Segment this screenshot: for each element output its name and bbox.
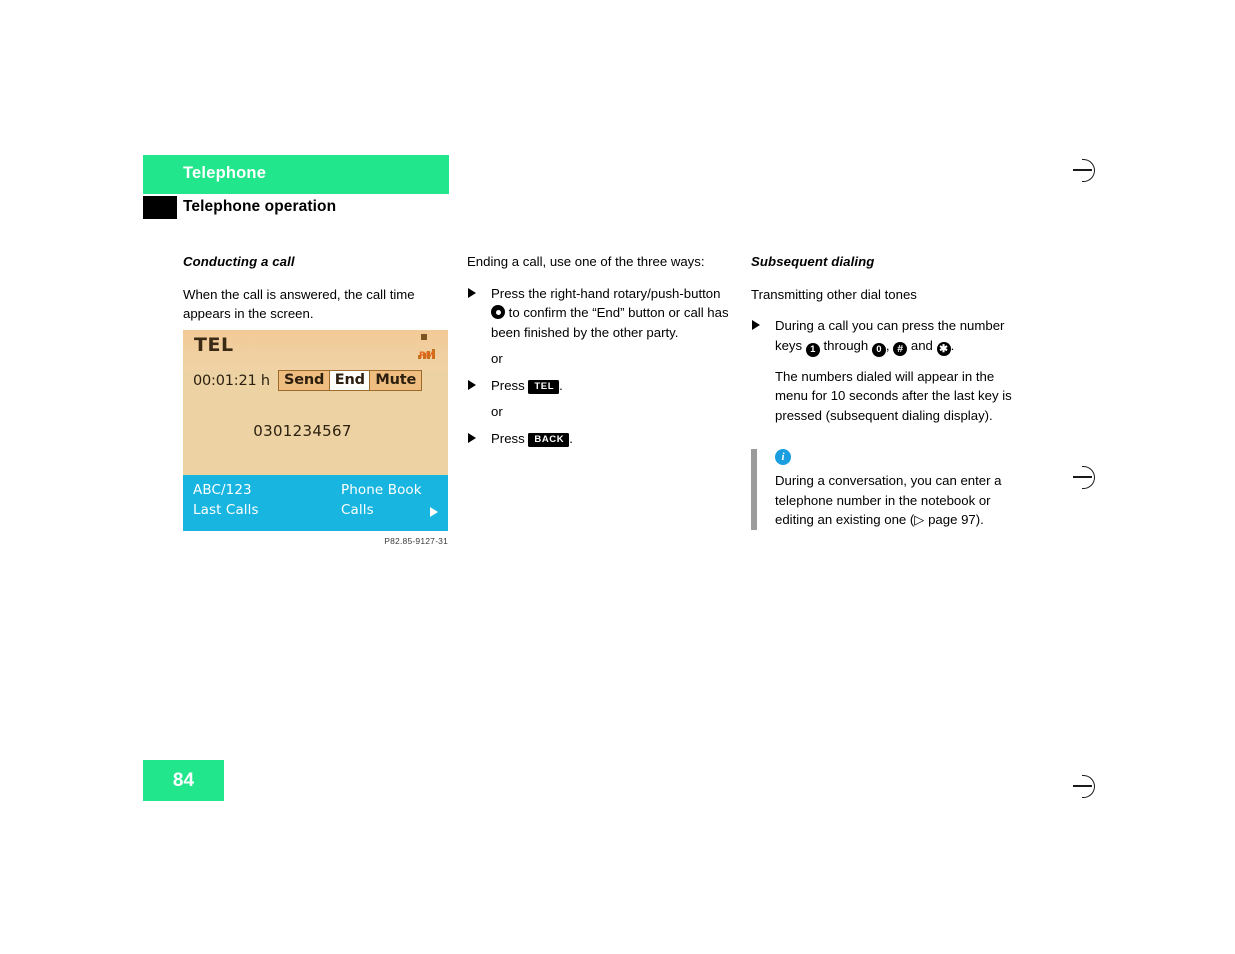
note-box: i During a conversation, you can enter a… [751, 449, 1019, 530]
period-1: . [559, 377, 563, 393]
triangle-bullet-icon [468, 379, 476, 390]
registration-mark-bottom [1073, 773, 1099, 799]
triangle-bullet-icon [468, 287, 476, 298]
left-paragraph: When the call is answered, the call time… [183, 286, 415, 322]
period-2: . [569, 430, 573, 446]
page-number: 84 [172, 770, 195, 791]
chapter-title: Telephone [183, 164, 267, 182]
right-subheading: Subsequent dialing [751, 254, 875, 269]
triangle-bullet-icon [468, 432, 476, 443]
rotary-push-button-icon [491, 305, 505, 319]
numkeys-text-b: through [823, 337, 869, 353]
or-separator-1: or [491, 351, 503, 366]
right-intro: Transmitting other dial tones [751, 286, 917, 302]
key-back[interactable]: BACK [528, 432, 570, 447]
key-star-icon[interactable]: ✱ [936, 341, 951, 356]
middle-column: Ending a call, use one of the three ways… [467, 252, 733, 448]
step-press-number-keys: During a call you can press the number k… [751, 316, 1019, 357]
registration-mark-middle [1073, 464, 1099, 490]
step-press-tel: Press TEL. [467, 376, 733, 396]
signal-strength-icon: RM [417, 334, 439, 361]
step-press-back: Press BACK. [467, 429, 733, 449]
step-text-b: to confirm the “End” button or call has … [491, 305, 729, 340]
screen-bottom-bar: ABC/123 Last Calls Phone Book Calls [183, 475, 448, 531]
softkey-send[interactable]: Send [278, 370, 331, 391]
press-label-1: Press [491, 377, 525, 393]
numkeys-comma: , [885, 337, 890, 353]
menu-abc-123[interactable]: ABC/123 [193, 482, 252, 498]
figure-telephone-display: TEL RM 00:01:21 h Send End Mute 03012345… [183, 330, 448, 546]
ending-call-intro: Ending a call, use one of the three ways… [467, 254, 705, 269]
right-paragraph: The numbers dialed will appear in the me… [775, 368, 1012, 423]
chapter-band: Telephone [143, 155, 449, 194]
press-label-2: Press [491, 430, 525, 446]
info-icon: i [775, 449, 791, 465]
menu-last-calls[interactable]: Last Calls [193, 502, 259, 518]
softkey-mute[interactable]: Mute [369, 370, 423, 391]
key-hash-icon[interactable]: # [893, 341, 908, 356]
step-press-rotary: Press the right-hand rotary/push-button … [467, 284, 733, 343]
menu-phone-book[interactable]: Phone Book [341, 482, 422, 498]
left-subheading: Conducting a call [183, 254, 295, 269]
section-title: Telephone operation [183, 198, 337, 215]
or-separator-2: or [491, 404, 503, 419]
display-screen: TEL RM 00:01:21 h Send End Mute 03012345… [183, 330, 448, 531]
note-side-bar [751, 449, 757, 530]
registration-mark-top [1073, 157, 1099, 183]
step-text-a: Press the right-hand rotary/push-button [491, 285, 721, 301]
section-thumb-tab [143, 196, 177, 219]
softkey-end[interactable]: End [328, 370, 371, 391]
numkeys-text-c: and [910, 337, 933, 353]
right-column: Subsequent dialing Transmitting other di… [751, 252, 1019, 530]
key-tel[interactable]: TEL [528, 379, 560, 394]
dialed-number: 0301234567 [253, 422, 352, 440]
note-text: During a conversation, you can enter a t… [775, 473, 1002, 527]
numkeys-period: . [950, 337, 955, 353]
roaming-label: RM [419, 351, 435, 361]
figure-caption: P82.85-9127-31 [384, 536, 448, 546]
section-row: Telephone operation [143, 196, 449, 220]
key-0-icon[interactable]: 0 [871, 342, 886, 357]
triangle-right-icon [430, 507, 438, 517]
softkey-group: Send End Mute [278, 370, 423, 391]
key-1-icon[interactable]: 1 [805, 342, 820, 357]
call-timer: 00:01:21 h [193, 373, 270, 389]
screen-mode-label: TEL [194, 334, 234, 356]
left-column: Conducting a call When the call is answe… [183, 252, 451, 336]
menu-calls[interactable]: Calls [341, 502, 374, 518]
page-number-box: 84 [143, 760, 224, 801]
triangle-bullet-icon [752, 320, 760, 330]
